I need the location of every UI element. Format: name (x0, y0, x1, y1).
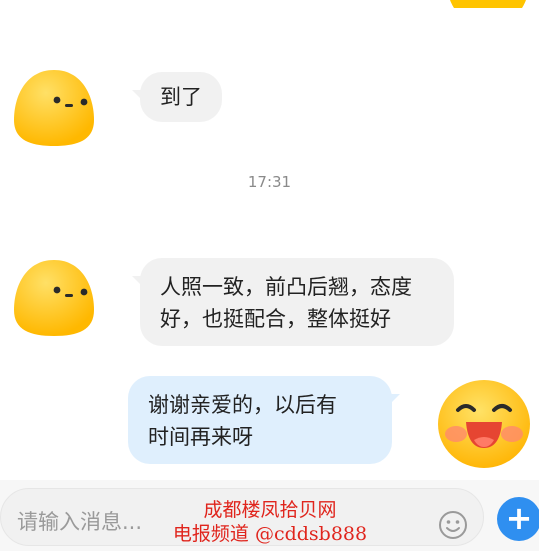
plus-icon: + (505, 499, 533, 537)
message-bubble[interactable]: 到了 (132, 72, 222, 122)
watermark-line: 成都楼凤拾贝网 (203, 499, 337, 521)
watermark: 成都楼凤拾贝网 电报频道 @cddsb888 (165, 498, 375, 546)
add-button[interactable]: + (497, 497, 539, 541)
message-bubble[interactable]: 人照一致，前凸后翘，态度 好，也挺配合，整体挺好 (132, 258, 454, 346)
laughing-face-icon (438, 380, 530, 468)
neutral-face-icon (14, 260, 94, 336)
avatar[interactable] (12, 66, 96, 150)
input-placeholder: 请输入消息... (17, 510, 143, 534)
message-bubble[interactable]: 谢谢亲爱的，以后有 时间再来呀 (128, 376, 400, 464)
message-text-line: 好，也挺配合，整体挺好 (160, 307, 391, 331)
message-text-line: 人照一致，前凸后翘，态度 (160, 275, 412, 299)
emoji-button[interactable] (438, 510, 468, 540)
message-text-line: 时间再来呀 (148, 425, 253, 449)
timestamp: 17:31 (247, 173, 292, 191)
message-text: 到了 (160, 85, 202, 109)
chat-area: 到了 17:31 人照一致，前凸后翘，态度 好，也挺配合，整体挺好 谢谢亲爱的，… (0, 0, 539, 480)
message-text-line: 谢谢亲爱的，以后有 (148, 393, 337, 417)
partial-avatar (446, 0, 530, 8)
watermark-line: 电报频道 @cddsb888 (172, 523, 368, 545)
neutral-face-icon (14, 70, 94, 146)
avatar[interactable] (12, 256, 96, 340)
laughing-face-icon (450, 0, 526, 8)
avatar[interactable] (436, 376, 532, 472)
smiley-icon (439, 511, 467, 539)
